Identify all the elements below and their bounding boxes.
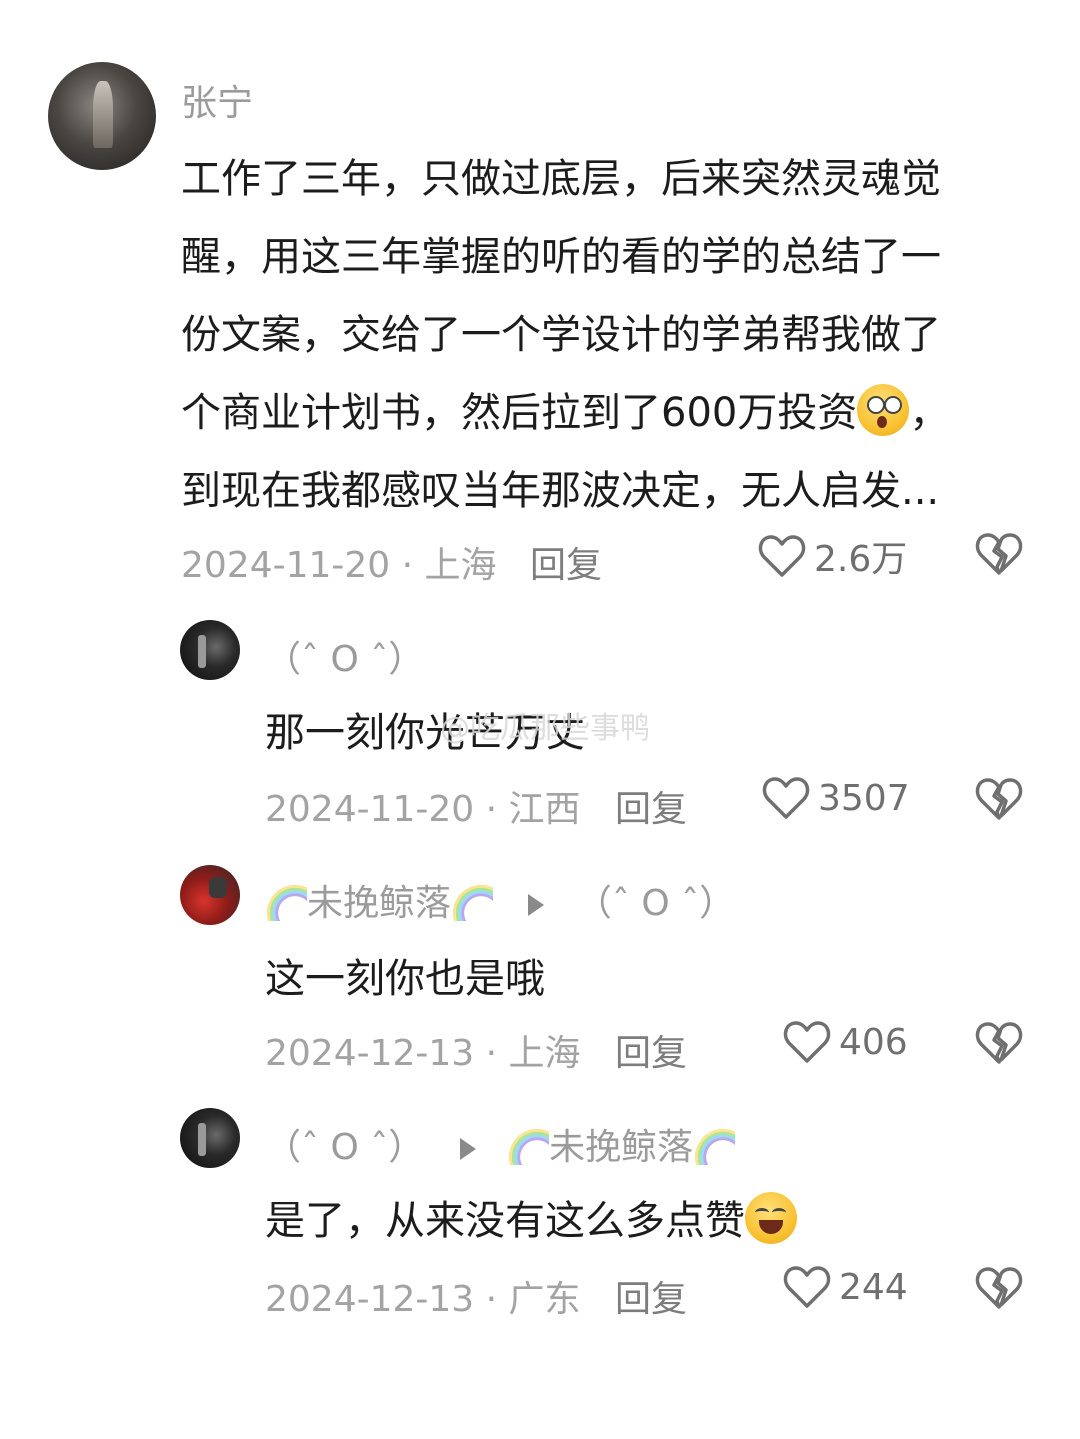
comment-author[interactable]: 张宁	[181, 74, 253, 126]
reply-author[interactable]: （ˆ O ˆ）	[265, 1127, 424, 1168]
heart-outline-icon	[783, 1266, 831, 1308]
reply-button[interactable]: 回复	[615, 1024, 687, 1076]
comment-punctuation: ，	[909, 390, 950, 436]
comment-line: 到现在我都感叹当年那波决定，无人启发...	[181, 468, 940, 514]
reply-meta: 2024-11-20 · 江西	[265, 789, 581, 830]
avatar-reply-3[interactable]	[180, 1108, 240, 1168]
avatar-reply-1[interactable]	[180, 620, 240, 680]
comment-line: 个商业计划书，然后拉到了600万投资 ，	[181, 374, 1011, 452]
rolling-laughing-emoji-icon	[745, 1192, 797, 1244]
heart-outline-icon	[758, 535, 806, 577]
heart-outline-icon	[762, 777, 810, 819]
reply-author[interactable]: 未挽鲸落	[307, 883, 451, 924]
avatar-reply-2[interactable]	[180, 865, 240, 925]
reply-author-line: （ˆ O ˆ） 未挽鲸落	[265, 1118, 736, 1170]
like-button[interactable]: 3507	[762, 775, 910, 821]
reply-text: 是了，从来没有这么多点赞	[265, 1188, 797, 1246]
reply-author-line: 未挽鲸落 （ˆ O ˆ）	[265, 874, 735, 926]
dislike-button[interactable]	[975, 1265, 1023, 1311]
broken-heart-icon	[975, 778, 1023, 820]
like-count: 3507	[818, 777, 910, 819]
reply-button[interactable]: 回复	[530, 536, 602, 588]
reply-meta: 2024-12-13 · 广东	[265, 1279, 581, 1320]
rainbow-icon	[507, 1123, 550, 1165]
rainbow-icon	[265, 879, 307, 921]
rainbow-icon	[451, 879, 494, 921]
dislike-button[interactable]	[975, 1020, 1023, 1066]
reply-text: 这一刻你也是哦	[265, 956, 545, 1002]
like-count: 406	[839, 1021, 908, 1063]
reply-button[interactable]: 回复	[615, 780, 687, 832]
astonished-emoji-icon	[857, 384, 910, 436]
comment-line: 醒，用这三年掌握的听的看的学的总结了一	[181, 234, 941, 280]
reply-text-content: 是了，从来没有这么多点赞	[265, 1198, 745, 1244]
broken-heart-icon	[975, 533, 1023, 575]
watermark: @吃瓜那些事鸭	[440, 711, 650, 746]
play-arrow-icon	[528, 894, 545, 916]
reply-to-author[interactable]: 未挽鲸落	[549, 1127, 693, 1168]
comment-line-text: 个商业计划书，然后拉到了600万投资	[181, 390, 858, 436]
like-count: 2.6万	[814, 539, 908, 580]
comment-text: 工作了三年，只做过底层，后来突然灵魂觉 醒，用这三年掌握的听的看的学的总结了一 …	[181, 140, 1011, 530]
avatar-zhangning[interactable]	[48, 62, 156, 170]
broken-heart-icon	[975, 1022, 1023, 1064]
heart-outline-icon	[783, 1021, 831, 1063]
dislike-button[interactable]	[975, 531, 1023, 577]
reply-to-author[interactable]: （ˆ O ˆ）	[576, 883, 735, 924]
rainbow-icon	[693, 1123, 736, 1165]
reply-button[interactable]: 回复	[615, 1270, 687, 1322]
comment-meta: 2024-11-20 · 上海	[181, 545, 497, 586]
comment-line: 工作了三年，只做过底层，后来突然灵魂觉	[181, 156, 941, 202]
reply-meta: 2024-12-13 · 上海	[265, 1033, 581, 1074]
dislike-button[interactable]	[975, 776, 1023, 822]
like-count: 244	[839, 1266, 908, 1308]
reply-author[interactable]: （ˆ O ˆ）	[265, 630, 424, 682]
play-arrow-icon	[459, 1138, 476, 1160]
like-button[interactable]: 406	[783, 1019, 908, 1065]
broken-heart-icon	[975, 1267, 1023, 1309]
like-button[interactable]: 244	[783, 1264, 908, 1310]
comment-line: 份文案，交给了一个学设计的学弟帮我做了	[181, 312, 941, 358]
like-button[interactable]: 2.6万	[758, 530, 907, 582]
